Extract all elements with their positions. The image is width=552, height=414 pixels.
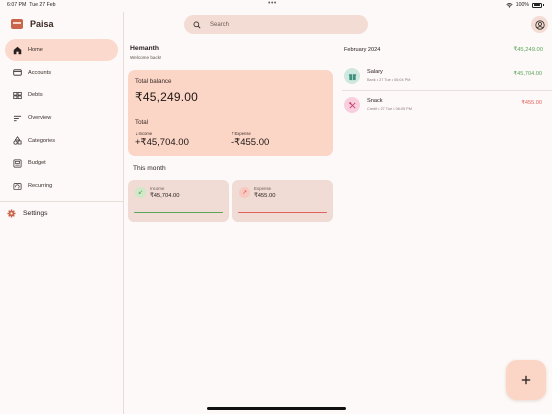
sidebar-nav: Home Accounts Debts Overview Categories — [5, 39, 118, 198]
this-month-title: This month — [133, 165, 166, 172]
transaction-meta: Bank • 27 Tue • 06:04 PM — [367, 78, 411, 82]
transaction-name: Snack — [367, 98, 383, 104]
transaction-item[interactable]: Snack Credit • 27 Tue • 06:05 PM ₹455.00 — [342, 93, 546, 121]
sidebar-item-label: Debts — [28, 92, 43, 99]
month-income-label: Income — [150, 186, 165, 191]
settings-label: Settings — [23, 210, 48, 217]
status-time: 6:07 PM Tue 27 Feb — [7, 2, 56, 8]
sidebar-item-budget[interactable]: Budget — [5, 152, 118, 174]
brand: Paisa — [11, 19, 54, 29]
sidebar-item-label: Accounts — [28, 69, 52, 76]
expense-progress-bar — [238, 212, 327, 214]
app-name: Paisa — [30, 19, 54, 29]
transaction-divider — [342, 90, 552, 91]
plus-icon — [521, 375, 531, 385]
home-icon — [12, 45, 22, 55]
transaction-meta: Credit • 27 Tue • 06:05 PM — [367, 107, 412, 111]
expense-value: -₹455.00 — [231, 137, 270, 148]
gear-icon — [7, 209, 16, 218]
search-input[interactable]: Search — [184, 15, 368, 34]
sidebar-item-recurring[interactable]: Recurring — [5, 175, 118, 197]
balance-value: ₹45,249.00 — [135, 90, 199, 104]
total-balance-card[interactable]: Total balance ₹45,249.00 Total ⇣Income +… — [128, 70, 333, 156]
sidebar-item-categories[interactable]: Categories — [5, 130, 118, 152]
wifi-icon — [506, 2, 513, 8]
period-title: February 2024 — [344, 47, 381, 53]
month-expense-value: ₹455.00 — [254, 193, 276, 199]
sidebar-item-label: Recurring — [28, 183, 53, 190]
food-icon — [344, 97, 360, 113]
transaction-amount: ₹455.00 — [521, 100, 542, 106]
sidebar-item-debts[interactable]: Debts — [5, 84, 118, 106]
debts-icon — [12, 90, 22, 100]
sidebar-item-accounts[interactable]: Accounts — [5, 62, 118, 84]
overview-icon — [12, 113, 22, 123]
arrow-down-left-icon: ↙ — [135, 187, 146, 198]
settings-button[interactable]: Settings — [7, 209, 48, 218]
month-expense-card[interactable]: ↗ Expense ₹455.00 — [232, 180, 333, 222]
card-icon — [12, 68, 22, 78]
multitasking-dots-icon[interactable]: ••• — [268, 0, 277, 7]
balance-label: Total balance — [135, 78, 172, 85]
expense-label: ⇡Expense — [231, 131, 251, 136]
user-circle-icon — [534, 19, 545, 30]
period-total: ₹45,249.00 — [513, 47, 543, 53]
sidebar-divider — [0, 201, 124, 202]
categories-icon — [12, 136, 22, 146]
status-right: 100% — [506, 2, 544, 8]
transaction-name: Salary — [367, 69, 383, 75]
sidebar-item-overview[interactable]: Overview — [5, 107, 118, 129]
month-income-value: ₹45,704.00 — [150, 193, 180, 199]
income-label: ⇣Income — [135, 131, 153, 136]
month-income-card[interactable]: ↙ Income ₹45,704.00 — [128, 180, 229, 222]
transaction-item[interactable]: Salary Bank • 27 Tue • 06:04 PM ₹45,704.… — [342, 64, 546, 92]
battery-icon — [532, 2, 542, 8]
sidebar-item-label: Home — [28, 47, 43, 53]
income-progress-bar — [134, 212, 223, 214]
sidebar: Paisa Home Accounts Debts Overview Categ… — [0, 12, 124, 414]
search-icon — [193, 21, 201, 29]
total-label: Total — [135, 119, 149, 126]
budget-icon — [12, 158, 22, 168]
home-indicator[interactable] — [207, 407, 346, 410]
wallet-logo-icon — [11, 19, 23, 29]
battery-percent: 100% — [515, 2, 529, 8]
transaction-amount: ₹45,704.00 — [513, 71, 542, 77]
income-value: +₹45,704.00 — [135, 137, 189, 148]
recurring-icon — [12, 181, 22, 191]
add-transaction-button[interactable] — [506, 360, 546, 400]
sidebar-item-home[interactable]: Home — [5, 39, 118, 61]
gift-icon — [344, 68, 360, 84]
status-bar: 6:07 PM Tue 27 Feb ••• 100% — [0, 0, 552, 10]
greeting-name: Hemanth — [130, 45, 160, 52]
month-expense-label: Expense — [254, 186, 272, 191]
greeting-subtitle: Welcome back! — [130, 55, 162, 60]
profile-button[interactable] — [531, 16, 548, 33]
search-placeholder: Search — [210, 21, 230, 28]
sidebar-item-label: Categories — [28, 137, 56, 144]
sidebar-item-label: Budget — [28, 160, 46, 167]
arrow-up-right-icon: ↗ — [239, 187, 250, 198]
sidebar-item-label: Overview — [28, 115, 52, 122]
